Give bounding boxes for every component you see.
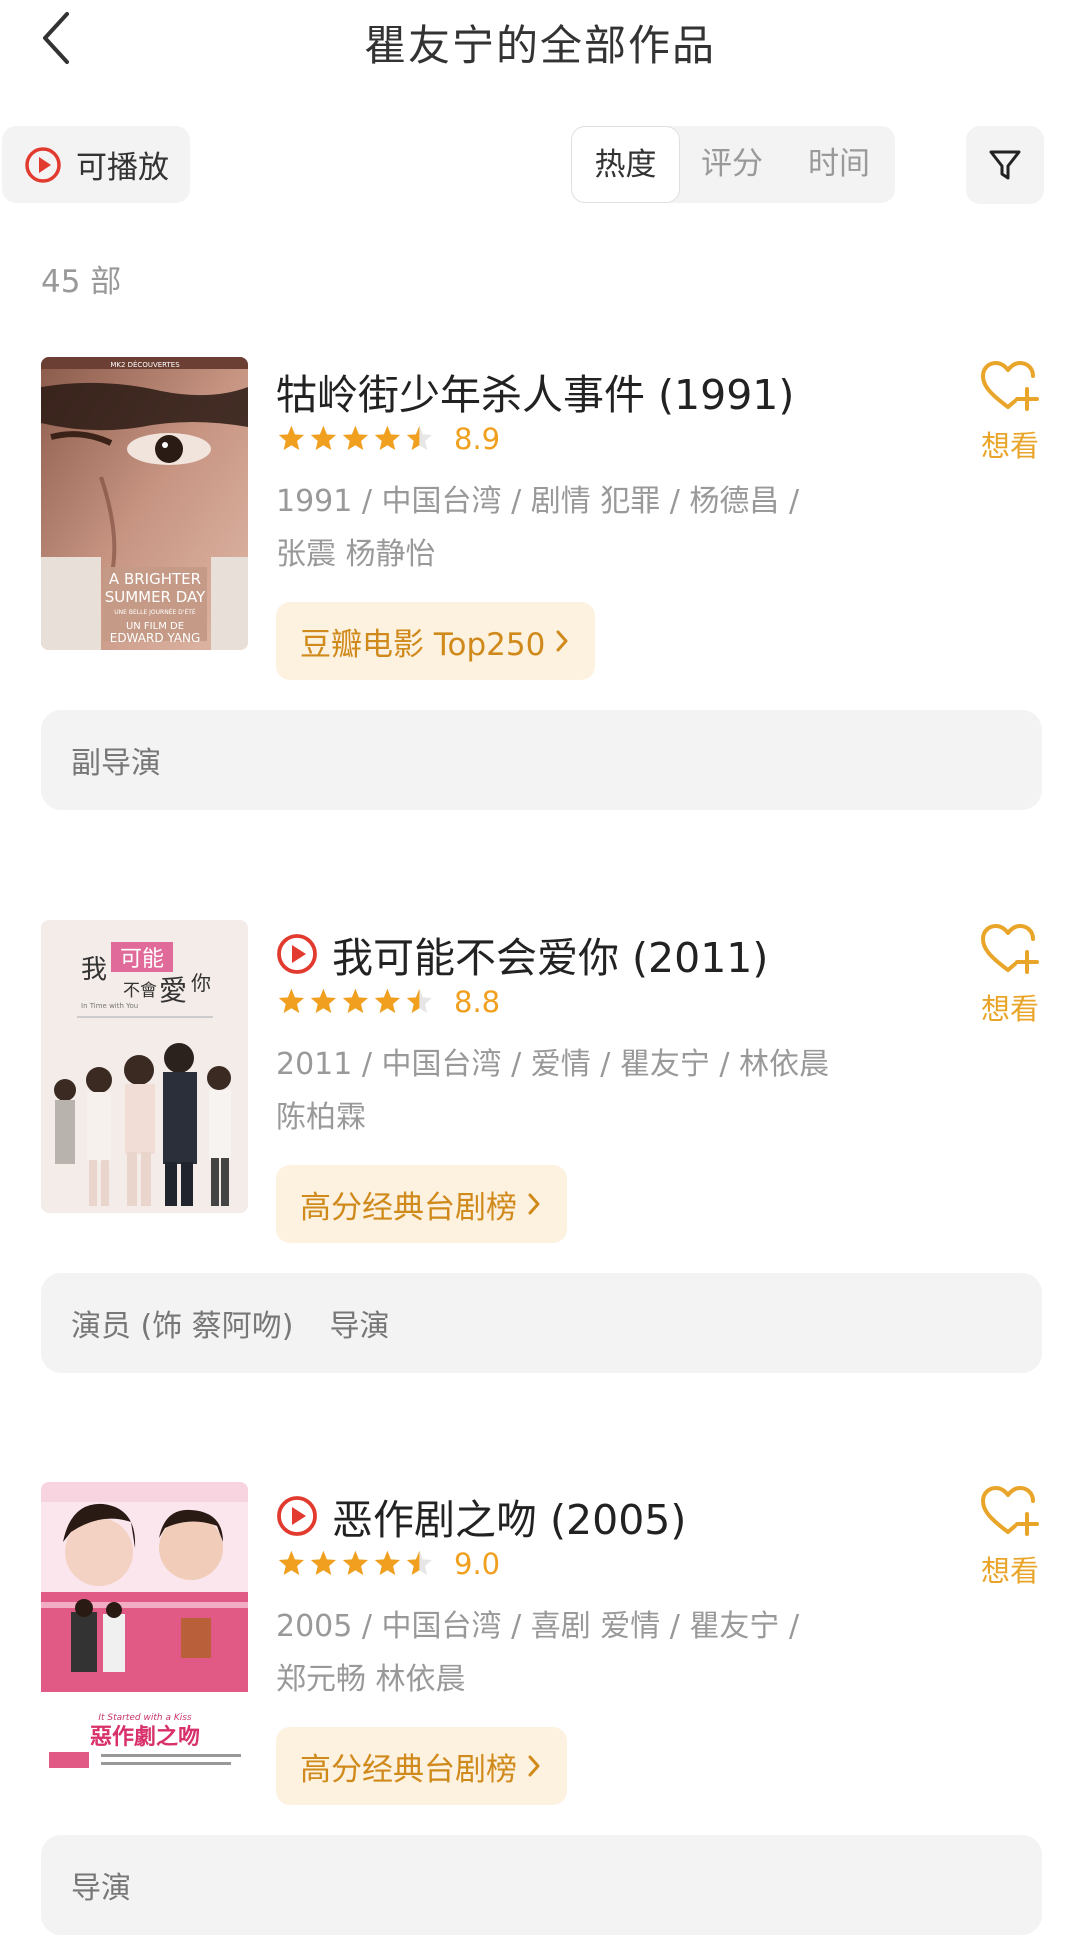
sort-option-rating[interactable]: 评分 [676, 126, 788, 203]
meta-line-2: 郑元畅 林依晨 [276, 1662, 466, 1697]
heart-plus-icon [981, 361, 1039, 411]
ranking-badge-label: 高分经典台剧榜 [300, 1189, 517, 1226]
rating-row: 8.9 [276, 421, 500, 457]
works-count: 45 部 [41, 264, 122, 300]
meta-line-1: 2011 / 中国台湾 / 爱情 / 瞿友宁 / 林依晨 [276, 1047, 830, 1082]
chevron-right-icon [527, 1192, 541, 1216]
chevron-right-icon [527, 1754, 541, 1778]
role-bar: 演员 (饰 蔡阿吻) 导演 [41, 1273, 1042, 1373]
filter-button[interactable] [966, 126, 1044, 204]
poster-top-text: MK2 DÉCOUVERTES [110, 360, 180, 369]
rating-score: 9.0 [454, 1547, 501, 1581]
work-title: 恶作剧之吻 (2005) [332, 1496, 687, 1544]
meta-line-1: 1991 / 中国台湾 / 剧情 犯罪 / 杨德昌 / [276, 484, 800, 519]
role-label: 导演 [329, 1309, 390, 1344]
poster-text-3: 不會 [123, 981, 157, 1001]
work-title: 牯岭街少年杀人事件 (1991) [276, 371, 795, 419]
top-bar: 瞿友宁的全部作品 [0, 0, 1080, 80]
poster-credit-2: EDWARD YANG [110, 631, 201, 645]
want-to-watch-button[interactable]: 想看 [972, 922, 1048, 1028]
filter-bar: 可播放 热度 评分 时间 [0, 126, 1080, 204]
meta-line-2: 张震 杨静怡 [276, 537, 436, 572]
work-title-row[interactable]: 我可能不会爱你 (2011) [276, 924, 768, 984]
work-title: 我可能不会爱你 (2011) [332, 934, 769, 982]
playable-filter-label: 可播放 [76, 150, 169, 186]
rating-score: 8.8 [454, 985, 501, 1019]
work-title-row[interactable]: 牯岭街少年杀人事件 (1991) [276, 361, 794, 421]
poster-text-4: 愛 [159, 974, 187, 1007]
work-meta: 2011 / 中国台湾 / 爱情 / 瞿友宁 / 林依晨 陈柏霖 [276, 1038, 876, 1144]
rating-score: 8.9 [454, 422, 501, 456]
sort-option-time[interactable]: 时间 [783, 126, 895, 203]
heart-plus-icon [981, 1486, 1039, 1536]
rating-stars [276, 421, 440, 457]
funnel-icon [989, 150, 1021, 180]
role-bar: 导演 [41, 1835, 1042, 1935]
ranking-badge-label: 豆瓣电影 Top250 [300, 626, 546, 663]
page-title: 瞿友宁的全部作品 [363, 21, 716, 70]
role-bar: 副导演 [41, 710, 1042, 810]
ranking-badge-label: 高分经典台剧榜 [300, 1751, 517, 1788]
sort-toggle-group: 热度 评分 时间 [571, 126, 895, 203]
poster-text-1: 我 [81, 955, 107, 985]
want-to-watch-button[interactable]: 想看 [972, 359, 1048, 465]
playable-filter-button[interactable]: 可播放 [2, 126, 190, 203]
rating-row: 8.8 [276, 984, 500, 1020]
work-meta: 1991 / 中国台湾 / 剧情 犯罪 / 杨德昌 / 张震 杨静怡 [276, 475, 876, 581]
poster-text-2: 可能 [120, 947, 164, 972]
poster-logo: 惡作劇之吻 [90, 1724, 200, 1750]
rating-stars [276, 984, 440, 1020]
rating-stars [276, 1546, 440, 1582]
play-circle-icon [25, 146, 61, 183]
play-circle-icon [276, 933, 318, 975]
meta-line-1: 2005 / 中国台湾 / 喜剧 爱情 / 瞿友宁 / [276, 1609, 800, 1644]
role-label: 导演 [71, 1871, 131, 1906]
want-to-watch-label: 想看 [980, 429, 1039, 463]
ranking-badge[interactable]: 高分经典台剧榜 [276, 1165, 567, 1243]
poster-image[interactable]: 我 可能 不會 愛 你 In Time with You [41, 920, 248, 1213]
poster-en-title: In Time with You [81, 1002, 138, 1010]
want-to-watch-button[interactable]: 想看 [972, 1484, 1048, 1590]
poster-image[interactable]: It Started with a Kiss 惡作劇之吻 [41, 1482, 248, 1775]
poster-sub: UNE BELLE JOURNÉE D'ÉTÉ [114, 608, 196, 616]
poster-line-2: SUMMER DAY [105, 588, 206, 606]
poster-en-title: It Started with a Kiss [98, 1713, 192, 1723]
chevron-right-icon [555, 629, 569, 653]
heart-plus-icon [981, 924, 1039, 974]
ranking-badge[interactable]: 高分经典台剧榜 [276, 1727, 567, 1805]
poster-line-1: A BRIGHTER [109, 570, 201, 588]
work-meta: 2005 / 中国台湾 / 喜剧 爱情 / 瞿友宁 / 郑元畅 林依晨 [276, 1600, 876, 1706]
meta-line-2: 陈柏霖 [276, 1100, 366, 1135]
poster-text-5: 你 [191, 971, 211, 995]
want-to-watch-label: 想看 [980, 1554, 1039, 1588]
play-circle-icon [276, 1495, 318, 1537]
ranking-badge[interactable]: 豆瓣电影 Top250 [276, 602, 596, 680]
sort-option-hot[interactable]: 热度 [571, 126, 680, 203]
work-title-row[interactable]: 恶作剧之吻 (2005) [276, 1486, 686, 1546]
rating-row: 9.0 [276, 1546, 500, 1582]
role-label: 演员 (饰 蔡阿吻) [71, 1309, 294, 1344]
want-to-watch-label: 想看 [980, 992, 1039, 1026]
poster-image[interactable]: MK2 DÉCOUVERTES A BRIGHTER SUMMER DAY UN… [41, 357, 248, 650]
role-label: 副导演 [71, 746, 161, 781]
